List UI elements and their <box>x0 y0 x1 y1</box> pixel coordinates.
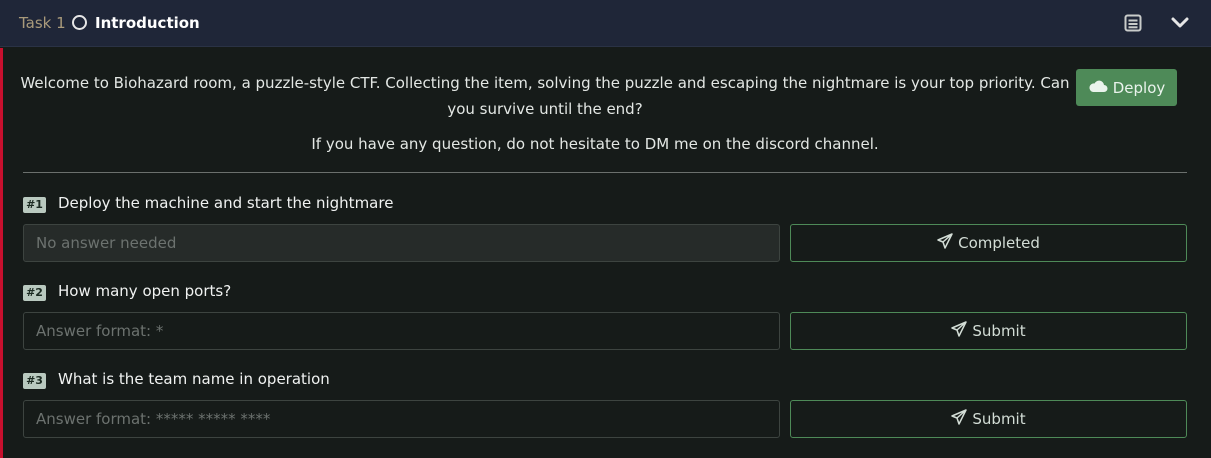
paper-plane-icon <box>951 409 968 429</box>
task-header[interactable]: Task 1 Introduction <box>0 0 1211 47</box>
answer-input-1: No answer needed <box>23 224 780 262</box>
task-title: Introduction <box>95 14 200 32</box>
chevron-down-icon[interactable] <box>1170 15 1190 35</box>
question-text: How many open ports? <box>58 282 232 300</box>
question-number-badge: #3 <box>23 373 46 389</box>
completed-label: Completed <box>958 234 1040 252</box>
question-number-badge: #1 <box>23 197 46 213</box>
divider <box>23 172 1187 173</box>
submit-button-3[interactable]: Submit <box>790 400 1187 438</box>
submit-button-2[interactable]: Submit <box>790 312 1187 350</box>
submit-label: Submit <box>972 322 1026 340</box>
intro-paragraph: Welcome to Biohazard room, a puzzle-styl… <box>20 74 1070 118</box>
paper-plane-icon <box>951 321 968 341</box>
deploy-label: Deploy <box>1112 78 1166 97</box>
completed-button: Completed <box>790 224 1187 262</box>
answer-input-2[interactable]: Answer format: * <box>23 312 780 350</box>
notes-icon[interactable] <box>1124 14 1142 36</box>
answer-input-3[interactable]: Answer format: ***** ***** **** <box>23 400 780 438</box>
question-text: What is the team name in operation <box>58 370 330 388</box>
cloud-icon <box>1088 79 1108 97</box>
intro-help-text: If you have any question, do not hesitat… <box>311 135 879 153</box>
question-text: Deploy the machine and start the nightma… <box>58 194 394 212</box>
paper-plane-icon <box>937 233 953 253</box>
submit-label: Submit <box>972 410 1026 428</box>
question-number-badge: #2 <box>23 285 46 301</box>
circle-outline-icon <box>72 15 87 30</box>
deploy-button[interactable]: Deploy <box>1076 69 1177 106</box>
task-number-label: Task 1 <box>19 14 66 32</box>
